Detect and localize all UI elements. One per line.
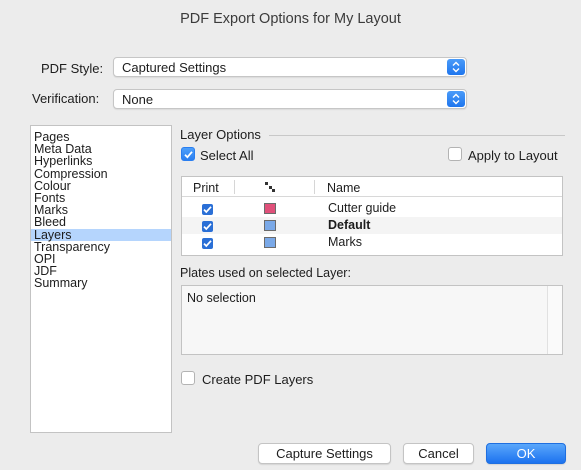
layer-color-column-icon[interactable] [264,181,276,196]
column-separator [314,180,315,194]
layer-table[interactable]: Print Name Cutter guide Default Marks [181,176,563,256]
layer-color-swatch[interactable] [264,220,276,231]
verification-label: Verification: [32,91,100,106]
layer-table-header: Print Name [182,177,562,197]
category-item-compression[interactable]: Compression [31,167,171,180]
layer-color-swatch[interactable] [264,237,276,248]
category-list[interactable]: Pages Meta Data Hyperlinks Compression C… [30,125,172,433]
select-stepper-icon [447,59,465,75]
cancel-button[interactable]: Cancel [403,443,474,464]
capture-settings-button[interactable]: Capture Settings [258,443,391,464]
layer-name: Default [328,218,371,232]
verification-value: None [122,91,154,107]
apply-to-layout-checkbox[interactable] [448,147,462,161]
checkmark-icon [184,151,193,159]
pdf-style-select[interactable]: Captured Settings [113,57,467,77]
checkmark-icon [202,204,213,215]
plates-scrollbar[interactable] [547,286,562,354]
layer-name: Cutter guide [328,201,397,215]
category-item-hyperlinks[interactable]: Hyperlinks [31,155,171,168]
layer-color-swatch[interactable] [264,203,276,214]
pdf-style-label: PDF Style: [41,61,104,76]
layer-row[interactable]: Default [182,217,562,234]
window-title: PDF Export Options for My Layout [180,11,401,27]
plates-list[interactable]: No selection [181,285,563,355]
verification-select[interactable]: None [113,89,467,109]
apply-to-layout-label: Apply to Layout [468,148,558,163]
select-stepper-icon [447,91,465,107]
print-checkbox[interactable] [202,237,213,252]
layer-row[interactable]: Marks [182,234,562,251]
layer-options-title: Layer Options [180,127,261,142]
create-pdf-layers-label: Create PDF Layers [202,372,314,387]
category-item-summary[interactable]: Summary [31,277,171,290]
plates-empty-text: No selection [187,291,256,305]
print-checkbox[interactable] [202,220,213,235]
print-checkbox[interactable] [202,203,213,218]
select-all-label: Select All [200,148,254,163]
checkmark-icon [202,238,213,249]
checkmark-icon [202,221,213,232]
category-item-bleed[interactable]: Bleed [31,216,171,229]
plates-label: Plates used on selected Layer: [180,266,351,280]
section-divider [269,135,565,136]
print-column-header[interactable]: Print [193,181,219,195]
name-column-header[interactable]: Name [327,181,360,195]
pdf-style-value: Captured Settings [122,59,227,75]
layer-row[interactable]: Cutter guide [182,200,562,217]
ok-button[interactable]: OK [486,443,566,464]
create-pdf-layers-checkbox[interactable] [181,371,195,385]
column-separator [234,180,235,194]
select-all-checkbox[interactable] [181,147,195,161]
category-item-layers[interactable]: Layers [31,228,171,241]
layer-name: Marks [328,235,363,249]
